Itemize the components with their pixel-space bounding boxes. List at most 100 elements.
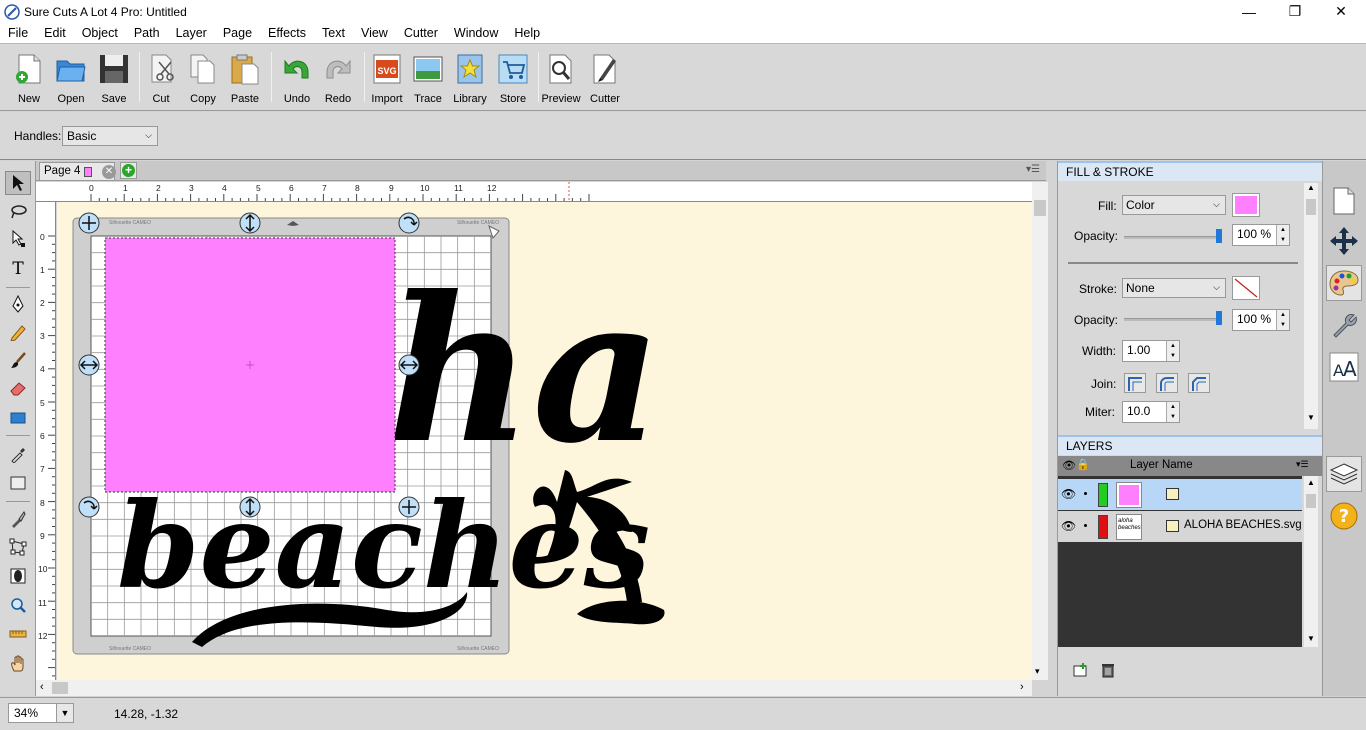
library-button[interactable]: Library <box>450 50 490 106</box>
menu-window[interactable]: Window <box>446 26 506 40</box>
cut-button[interactable]: Cut <box>141 50 181 106</box>
spinner-arrows-icon[interactable]: ▲ ▼ <box>1276 310 1289 330</box>
handles-select[interactable]: Basic ⌵ <box>62 126 158 146</box>
document-panel-button[interactable] <box>1326 183 1362 219</box>
visibility-eye-icon[interactable]: 👁 <box>1061 487 1076 501</box>
scroll-thumb[interactable] <box>1306 494 1316 508</box>
save-button[interactable]: Save <box>94 50 134 106</box>
paste-button[interactable]: Paste <box>225 50 265 106</box>
pencil-tool[interactable] <box>5 320 31 344</box>
knife-tool[interactable] <box>5 507 31 531</box>
gradient-tool[interactable] <box>5 471 31 495</box>
copy-button[interactable]: Copy <box>183 50 223 106</box>
text-panel-button[interactable]: AA <box>1326 349 1362 385</box>
add-page-button[interactable]: + <box>120 162 137 179</box>
eyedropper-tool[interactable] <box>5 442 31 466</box>
join-miter-button[interactable] <box>1124 373 1146 393</box>
menu-page[interactable]: Page <box>215 26 260 40</box>
menu-path[interactable]: Path <box>126 26 168 40</box>
fill-type-select[interactable]: Color ⌵ <box>1122 195 1226 215</box>
scroll-down-icon[interactable]: ▼ <box>1307 634 1315 643</box>
fill-opacity-thumb[interactable] <box>1216 229 1222 243</box>
select-tool[interactable] <box>5 171 31 195</box>
fill-stroke-panel-button[interactable] <box>1326 265 1362 301</box>
redo-button[interactable]: Redo <box>318 50 358 106</box>
canvas-vertical-scrollbar[interactable]: ▾ <box>1032 182 1048 680</box>
scroll-up-icon[interactable]: ▲ <box>1307 183 1315 192</box>
fill-color-swatch[interactable] <box>1232 193 1260 217</box>
layers-menu-icon[interactable]: ▾☰ <box>1296 459 1309 470</box>
zoom-tool[interactable] <box>5 593 31 617</box>
add-layer-button[interactable] <box>1072 662 1090 678</box>
new-button[interactable]: New <box>9 50 49 106</box>
trace-button[interactable]: Trace <box>408 50 448 106</box>
join-bevel-button[interactable] <box>1188 373 1210 393</box>
close-window-button[interactable]: ✕ <box>1318 0 1364 23</box>
h-scroll-thumb[interactable] <box>52 682 68 694</box>
menu-effects[interactable]: Effects <box>260 26 314 40</box>
scroll-up-icon[interactable]: ▲ <box>1307 478 1315 487</box>
menu-file[interactable]: File <box>0 26 36 40</box>
miter-input[interactable]: 10.0 ▲ ▼ <box>1122 401 1180 423</box>
help-panel-button[interactable]: ? <box>1326 498 1362 534</box>
store-button[interactable]: Store <box>493 50 533 106</box>
import-button[interactable]: SVG Import <box>367 50 407 106</box>
scroll-right-icon[interactable]: › <box>1020 681 1024 693</box>
eraser-tool[interactable] <box>5 376 31 400</box>
measure-tool[interactable] <box>5 622 31 646</box>
weld-tool[interactable] <box>5 564 31 588</box>
join-round-button[interactable] <box>1156 373 1178 393</box>
scroll-down-icon[interactable]: ▾ <box>1035 666 1040 677</box>
stroke-opacity-slider[interactable] <box>1124 318 1222 321</box>
spinner-arrows-icon[interactable]: ▲ ▼ <box>1276 225 1289 245</box>
zoom-dropdown-button[interactable]: ▼ <box>56 703 74 723</box>
scroll-left-icon[interactable]: ‹ <box>40 681 44 693</box>
design-canvas[interactable]: Silhouette CAMEO Silhouette CAMEO Silhou… <box>57 202 1032 680</box>
layer-row-svg[interactable]: 👁 aloha beaches ALOHA BEACHES.svg <box>1058 511 1302 542</box>
layers-panel-button[interactable] <box>1326 456 1362 492</box>
node-edit-tool[interactable] <box>5 227 31 251</box>
menu-edit[interactable]: Edit <box>36 26 74 40</box>
maximize-button[interactable]: ❐ <box>1272 0 1318 23</box>
shape-tool[interactable] <box>5 406 31 430</box>
spinner-arrows-icon[interactable]: ▲ ▼ <box>1166 341 1179 361</box>
visibility-eye-icon[interactable]: 👁 <box>1061 519 1076 533</box>
preview-button[interactable]: Preview <box>541 50 581 106</box>
page-menu-icon[interactable]: ▾☰ <box>1026 164 1040 175</box>
hand-tool[interactable] <box>5 651 31 675</box>
scroll-thumb[interactable] <box>1306 199 1316 215</box>
spinner-arrows-icon[interactable]: ▲ ▼ <box>1166 402 1179 422</box>
layers-scrollbar[interactable]: ▲ ▼ <box>1304 476 1318 647</box>
text-tool[interactable]: T <box>5 257 31 281</box>
layer-row-rectangle[interactable]: 👁 <box>1058 479 1302 510</box>
page-tab[interactable]: Page 4 ✕ <box>39 162 116 181</box>
stroke-color-swatch[interactable] <box>1232 276 1260 300</box>
v-scroll-thumb[interactable] <box>1034 200 1046 216</box>
menu-view[interactable]: View <box>353 26 396 40</box>
pen-tool[interactable] <box>5 292 31 316</box>
delete-layer-button[interactable] <box>1100 662 1118 678</box>
fill-stroke-scrollbar[interactable]: ▲ ▼ <box>1304 183 1318 429</box>
zoom-field[interactable]: 34% <box>8 703 58 723</box>
menu-help[interactable]: Help <box>506 26 548 40</box>
menu-layer[interactable]: Layer <box>168 26 215 40</box>
stroke-opacity-thumb[interactable] <box>1216 311 1222 325</box>
scroll-down-icon[interactable]: ▼ <box>1307 413 1315 422</box>
menu-object[interactable]: Object <box>74 26 126 40</box>
menu-text[interactable]: Text <box>314 26 353 40</box>
brush-tool[interactable] <box>5 348 31 372</box>
stroke-type-select[interactable]: None ⌵ <box>1122 278 1226 298</box>
transform-tool[interactable] <box>5 535 31 559</box>
stroke-opacity-input[interactable]: 100 % ▲ ▼ <box>1232 309 1290 331</box>
menu-cutter[interactable]: Cutter <box>396 26 446 40</box>
undo-button[interactable]: Undo <box>277 50 317 106</box>
fill-opacity-input[interactable]: 100 % ▲ ▼ <box>1232 224 1290 246</box>
open-button[interactable]: Open <box>51 50 91 106</box>
position-panel-button[interactable] <box>1326 223 1362 259</box>
stroke-width-input[interactable]: 1.00 ▲ ▼ <box>1122 340 1180 362</box>
canvas-horizontal-scrollbar[interactable]: ‹ › <box>36 680 1032 696</box>
minimize-button[interactable]: — <box>1226 0 1272 23</box>
close-page-icon[interactable]: ✕ <box>102 165 116 179</box>
fill-opacity-slider[interactable] <box>1124 236 1222 239</box>
lasso-tool[interactable] <box>5 199 31 223</box>
